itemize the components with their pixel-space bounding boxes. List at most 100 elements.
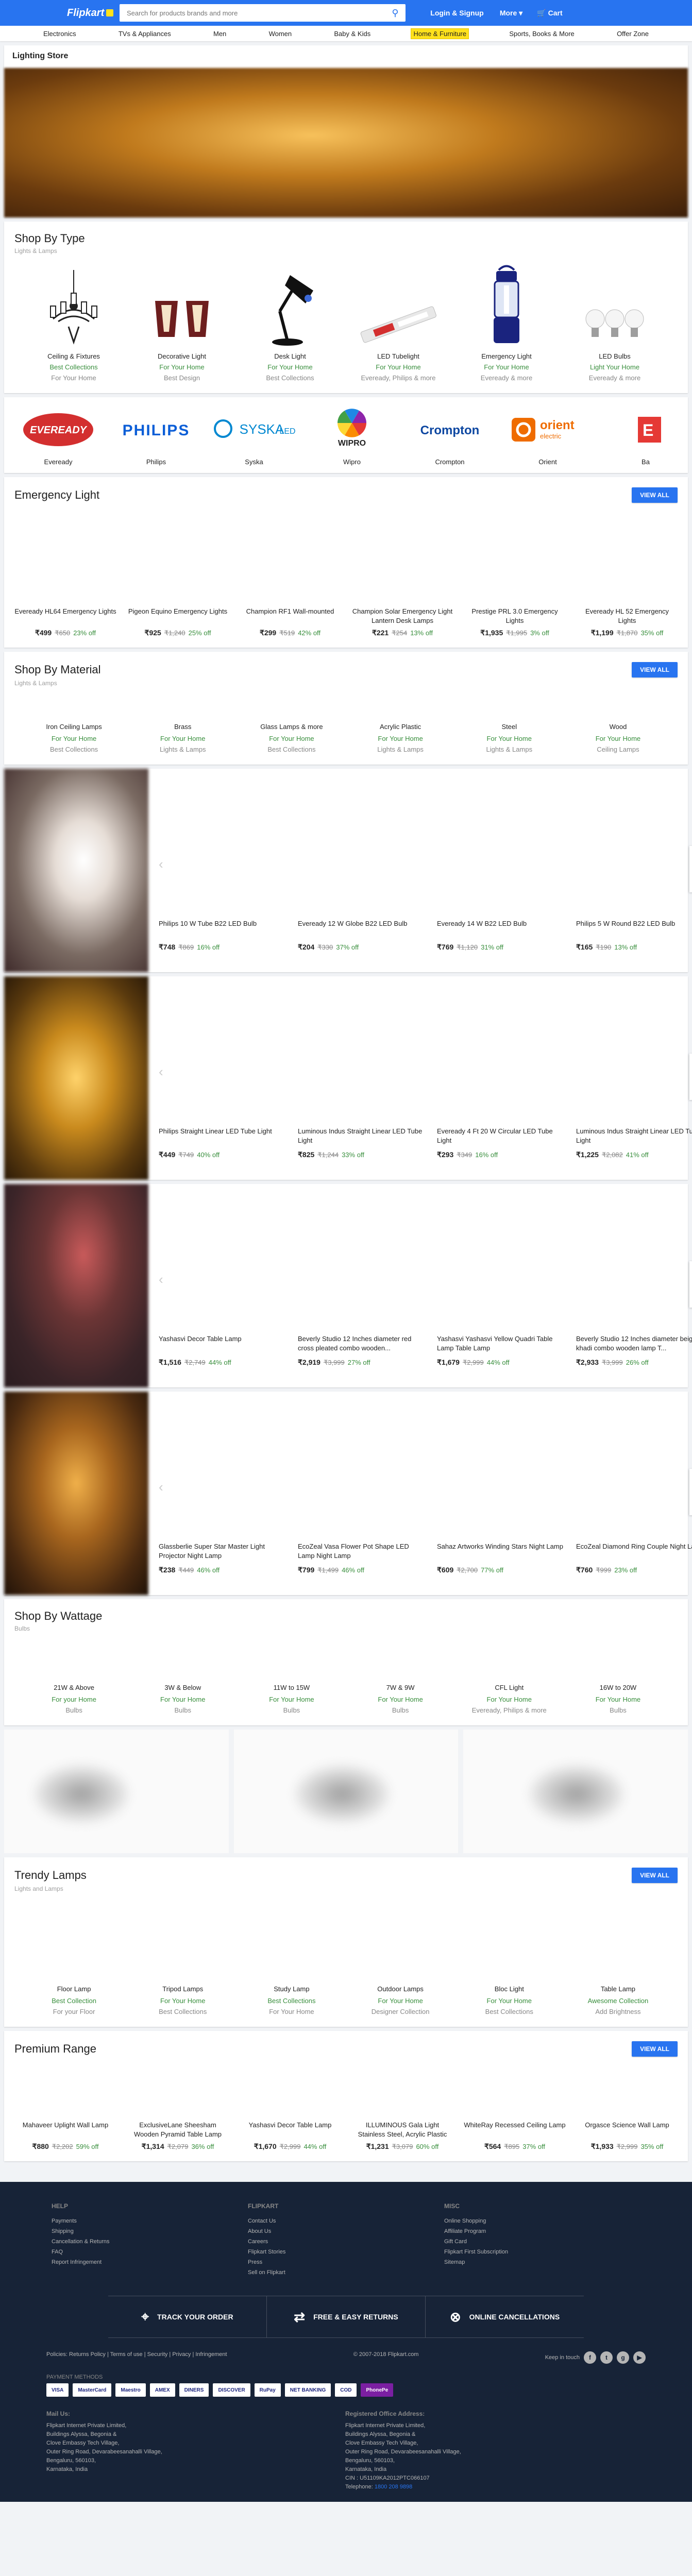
brand-philips[interactable]: PHILIPS Philips <box>107 406 205 466</box>
wattage-item[interactable]: CFL Light For Your Home Eveready, Philips … <box>455 1684 564 1714</box>
product-card[interactable]: Orgasce Science Wall Lamp ₹1,933 ₹2,999 35%… <box>571 2115 683 2151</box>
view-all-button[interactable]: VIEW ALL <box>632 2041 678 2057</box>
footer-link[interactable]: Flipkart Stories <box>248 2247 444 2257</box>
footer-link[interactable]: Press <box>248 2257 444 2267</box>
product-card[interactable]: Beverly Studio 12 Inches diameter beige … <box>566 1334 692 1367</box>
product-card[interactable]: Eveready 4 Ft 20 W Circular LED Tube Lig… <box>427 1127 566 1159</box>
wattage-item[interactable]: 21W & Above For your Home Bulbs <box>20 1684 128 1714</box>
nav-home-furniture[interactable]: Home & Furniture <box>411 28 469 39</box>
brand-syska[interactable]: SYSKA LED Syska <box>205 406 303 466</box>
material-item[interactable]: Steel For Your Home Lights & Lamps <box>455 723 564 753</box>
chevron-right-icon[interactable]: › <box>689 846 692 892</box>
nav-women[interactable]: Women <box>267 29 294 39</box>
chevron-right-icon[interactable]: › <box>689 1469 692 1515</box>
product-card[interactable]: EcoZeal Vasa Flower Pot Shape LED Lamp N… <box>288 1542 427 1574</box>
product-card[interactable]: Champion RF1 Wall-mounted ₹299 ₹519 42% off <box>234 514 346 637</box>
product-card[interactable]: Sahaz Artworks Winding Stars Night Lamp ₹… <box>427 1542 566 1574</box>
footer-link[interactable]: Contact Us <box>248 2216 444 2226</box>
search-input[interactable] <box>120 4 385 22</box>
product-card[interactable]: Philips 10 W Tube B22 LED Bulb ₹748 ₹869 16… <box>148 919 288 952</box>
chevron-right-icon[interactable]: › <box>689 1261 692 1308</box>
footer-link[interactable]: Shipping <box>52 2226 248 2236</box>
brand-crompton[interactable]: Crompton Crompton <box>401 406 499 466</box>
product-card[interactable]: WhiteRay Recessed Ceiling Lamp ₹564 ₹895 37… <box>459 2115 571 2151</box>
product-card[interactable]: Prestige PRL 3.0 Emergency Lights ₹1,935 ₹… <box>459 514 571 637</box>
type-item[interactable]: Emergency Light For Your Home Eveready &… <box>452 265 561 382</box>
facebook-icon[interactable]: f <box>583 2351 596 2364</box>
nav-offer-zone[interactable]: Offer Zone <box>615 29 651 39</box>
chevron-left-icon[interactable]: ‹ <box>159 1272 163 1287</box>
product-card[interactable]: ExclusiveLane Sheesham Wooden Pyramid Ta… <box>122 2115 234 2151</box>
more-menu[interactable]: More ▾ <box>491 9 532 18</box>
nav-electronics[interactable]: Electronics <box>41 29 78 39</box>
online-cancellation-promise[interactable]: ⊗ ONLINE CANCELLATIONS <box>426 2296 584 2337</box>
footer-link[interactable]: Cancellation & Returns <box>52 2236 248 2247</box>
product-card[interactable]: Eveready 14 W B22 LED Bulb ₹769 ₹1,120 31% … <box>427 919 566 952</box>
product-card[interactable]: Eveready HL 52 Emergency Lights ₹1,199 ₹1,… <box>571 514 683 637</box>
wattage-item[interactable]: 11W to 15W For Your Home Bulbs <box>237 1684 346 1714</box>
footer-link[interactable]: Report Infringement <box>52 2257 248 2267</box>
footer-link[interactable]: Careers <box>248 2236 444 2247</box>
product-card[interactable]: Glassberlie Super Star Master Light Proj… <box>148 1542 288 1574</box>
material-item[interactable]: Glass Lamps & more For Your Home Best Coll… <box>237 723 346 753</box>
flipkart-logo[interactable]: Flipkart <box>67 7 113 19</box>
product-card[interactable]: Yashasvi Decor Table Lamp ₹1,670 ₹2,999 44%… <box>234 2115 346 2151</box>
track-order-promise[interactable]: ⌖ TRACK YOUR ORDER <box>108 2296 267 2337</box>
footer-link[interactable]: Affiliate Program <box>444 2226 640 2236</box>
footer-link[interactable]: About Us <box>248 2226 444 2236</box>
login-signup-button[interactable]: Login & Signup <box>424 9 491 17</box>
chevron-left-icon[interactable]: ‹ <box>159 1064 163 1080</box>
promo-banner[interactable] <box>233 1730 459 1853</box>
product-card[interactable]: Eveready 12 W Globe B22 LED Bulb ₹204 ₹330… <box>288 919 427 952</box>
product-card[interactable]: Mahaveer Uplight Wall Lamp ₹880 ₹2,202 59% … <box>9 2115 122 2151</box>
material-item[interactable]: Brass For Your Home Lights & Lamps <box>128 723 237 753</box>
product-card[interactable]: Yashasvi Decor Table Lamp ₹1,516 ₹2,749 44%… <box>148 1334 288 1367</box>
promo-banner[interactable] <box>4 1730 229 1853</box>
promo-banner[interactable] <box>463 1730 688 1853</box>
free-returns-promise[interactable]: ⇄ FREE & EASY RETURNS <box>267 2296 426 2337</box>
material-item[interactable]: Iron Ceiling Lamps For Your Home Best Coll… <box>20 723 128 753</box>
trendy-item[interactable]: Floor Lamp Best Collection For your Floor <box>20 1985 128 2015</box>
product-card[interactable]: Champion Solar Emergency Light Lantern D… <box>346 514 459 637</box>
nav-sports-books[interactable]: Sports, Books & More <box>507 29 576 39</box>
product-card[interactable]: Philips Straight Linear LED Tube Light ₹4… <box>148 1127 288 1159</box>
type-item[interactable]: LED Bulbs Light Your Home Eveready & mor… <box>561 265 669 382</box>
chevron-right-icon[interactable]: › <box>689 1054 692 1100</box>
product-card[interactable]: Luminous Indus Straight Linear LED Tube … <box>566 1127 692 1159</box>
type-item[interactable]: LED Tubelight For Your Home Eveready, Ph… <box>344 265 452 382</box>
footer-link[interactable]: FAQ <box>52 2247 248 2257</box>
nav-baby-kids[interactable]: Baby & Kids <box>332 29 373 39</box>
footer-link[interactable]: Online Shopping <box>444 2216 640 2226</box>
material-item[interactable]: Wood For Your Home Ceiling Lamps <box>564 723 672 753</box>
carousel-banner-image[interactable] <box>4 1184 148 1387</box>
brand-partial[interactable]: E Ba <box>597 406 688 466</box>
trendy-item[interactable]: Table Lamp Awesome Collection Add Brightne… <box>564 1985 672 2015</box>
footer-link[interactable]: Payments <box>52 2216 248 2226</box>
trendy-item[interactable]: Tripod Lamps For Your Home Best Collection… <box>128 1985 237 2015</box>
footer-link[interactable]: Flipkart First Subscription <box>444 2247 640 2257</box>
footer-link[interactable]: Gift Card <box>444 2236 640 2247</box>
material-item[interactable]: Acrylic Plastic For Your Home Lights & Lam… <box>346 723 455 753</box>
hero-banner-image[interactable] <box>4 68 688 217</box>
policies-links[interactable]: Policies: Returns Policy | Terms of use … <box>46 2351 227 2364</box>
product-card[interactable]: ILLUMINOUS Gala Light Stainless Steel, A… <box>346 2115 459 2151</box>
chevron-left-icon[interactable]: ‹ <box>159 856 163 872</box>
product-card[interactable]: EcoZeal Diamond Ring Couple Night Lamp ₹7… <box>566 1542 692 1574</box>
wattage-item[interactable]: 7W & 9W For Your Home Bulbs <box>346 1684 455 1714</box>
brand-eveready[interactable]: EVEREADY Eveready <box>9 406 107 466</box>
telephone-link[interactable]: 1800 208 9898 <box>375 2484 412 2490</box>
trendy-item[interactable]: Outdoor Lamps For Your Home Designer Colle… <box>346 1985 455 2015</box>
wattage-item[interactable]: 16W to 20W For Your Home Bulbs <box>564 1684 672 1714</box>
twitter-icon[interactable]: t <box>600 2351 613 2364</box>
search-icon[interactable]: ⚲ <box>385 4 406 22</box>
cart-button[interactable]: 🛒 Cart <box>532 9 568 18</box>
trendy-item[interactable]: Bloc Light For Your Home Best Collections <box>455 1985 564 2015</box>
product-card[interactable]: Pigeon Equino Emergency Lights ₹925 ₹1,240… <box>122 514 234 637</box>
brand-orient[interactable]: orient electric Orient <box>499 406 597 466</box>
nav-men[interactable]: Men <box>211 29 228 39</box>
footer-link[interactable]: Sell on Flipkart <box>248 2267 444 2278</box>
footer-link[interactable]: Sitemap <box>444 2257 640 2267</box>
type-item[interactable]: Desk Light For Your Home Best Collection… <box>236 265 344 382</box>
product-card[interactable]: Luminous Indus Straight Linear LED Tube … <box>288 1127 427 1159</box>
type-item[interactable]: Ceiling & Fixtures Best Collections For … <box>20 265 128 382</box>
